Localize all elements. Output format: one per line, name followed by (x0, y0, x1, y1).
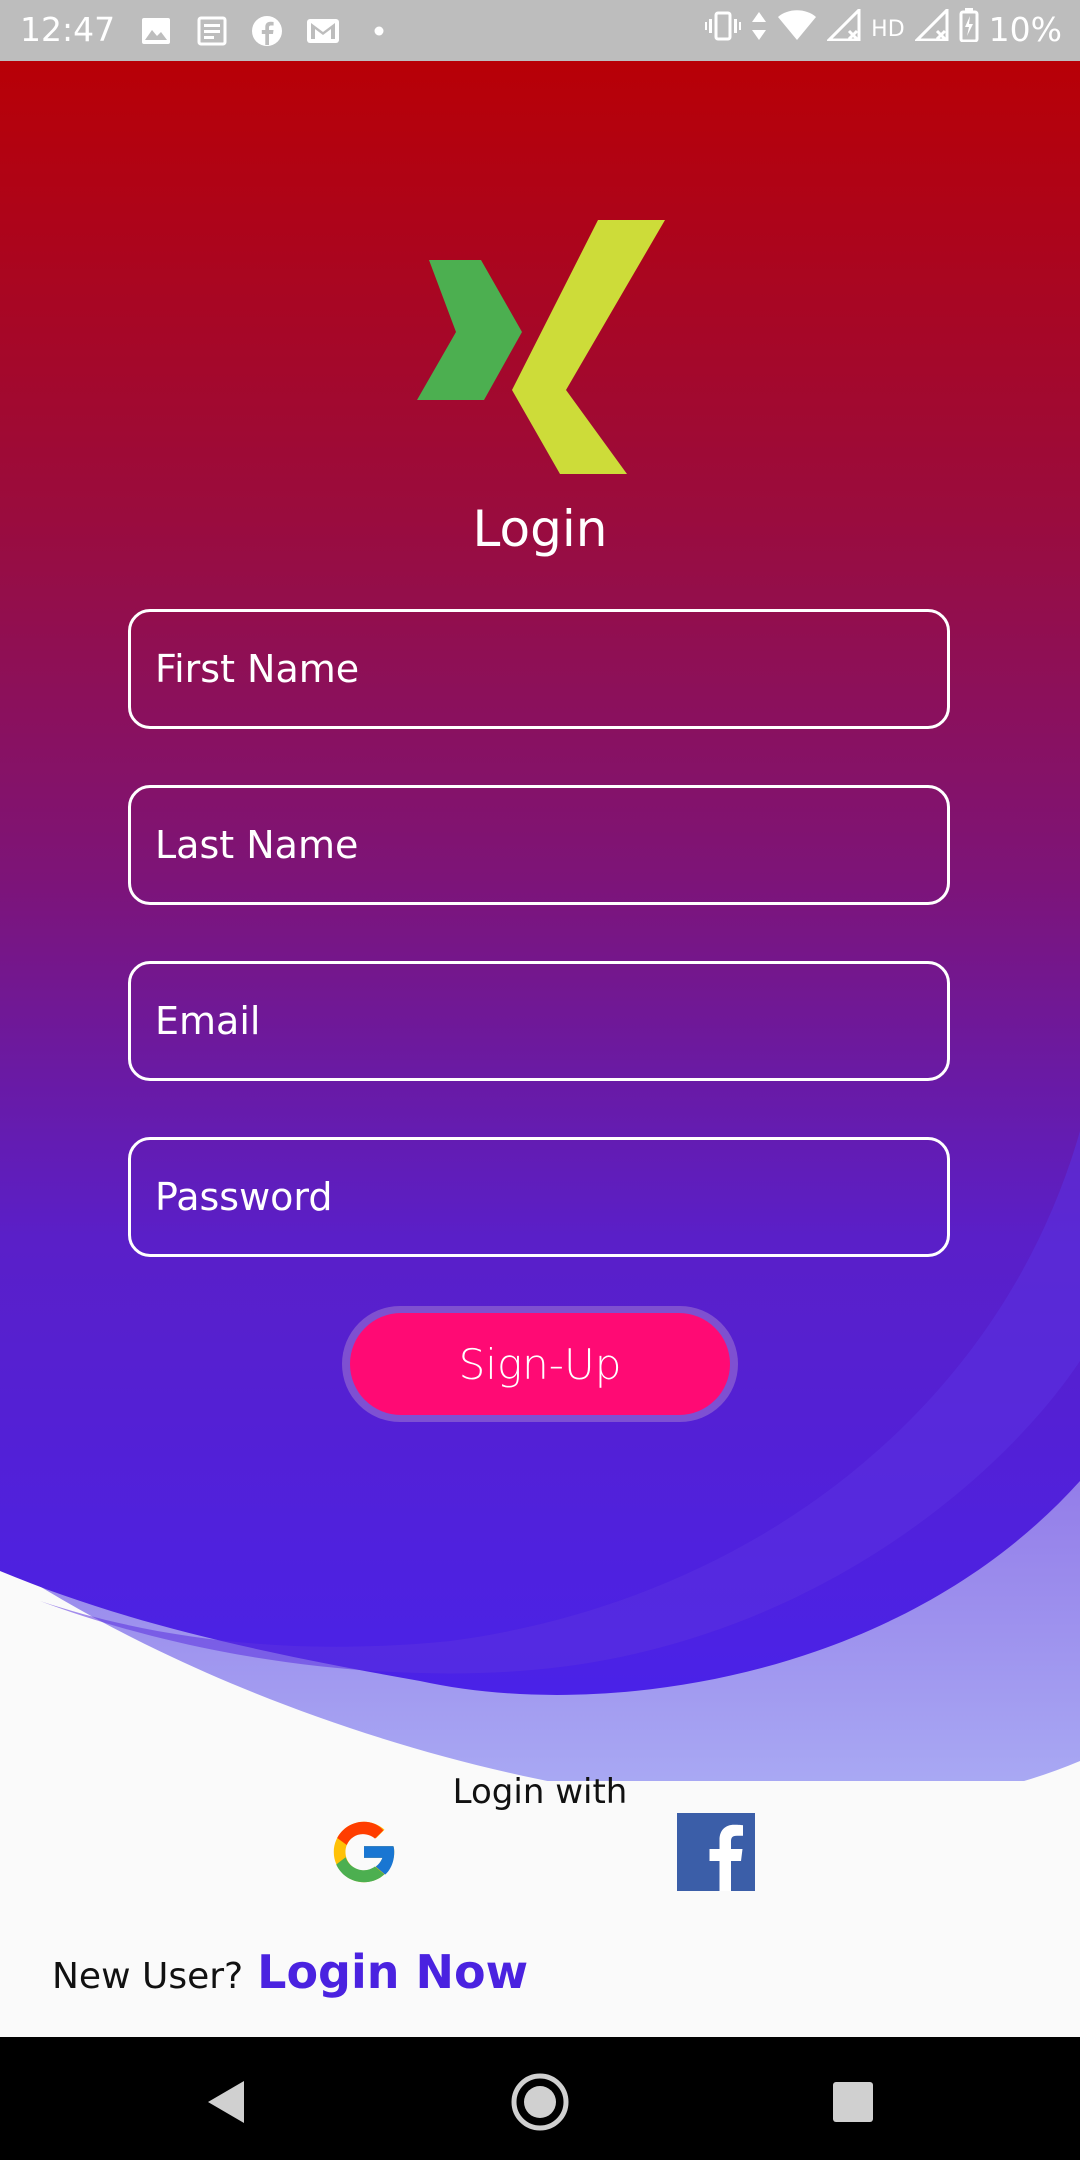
status-time: 12:47 (20, 10, 116, 49)
status-bar: 12:47 HD 10% (0, 0, 1080, 61)
navigation-bar (0, 2037, 1080, 2160)
email-placeholder: Email (155, 999, 261, 1043)
first-name-field[interactable]: First Name (128, 609, 950, 729)
news-icon (196, 14, 228, 48)
first-name-placeholder: First Name (155, 647, 360, 691)
new-user-question: New User? (52, 1956, 244, 1997)
vibrate-icon (705, 10, 742, 50)
data-arrows-icon (751, 10, 767, 50)
gmail-icon (306, 14, 340, 48)
back-icon[interactable] (192, 2067, 262, 2137)
new-user-row: New User? Login Now (52, 1945, 528, 1999)
login-now-link[interactable]: Login Now (257, 1945, 528, 1999)
signup-button[interactable]: Sign-Up (350, 1313, 730, 1415)
password-field[interactable]: Password (128, 1137, 950, 1257)
page-title: Login (472, 500, 608, 558)
app-logo (415, 218, 665, 478)
status-right: HD 10% (705, 6, 1062, 51)
network-type: HD (871, 17, 905, 42)
last-name-placeholder: Last Name (155, 823, 359, 867)
recents-icon[interactable] (818, 2067, 888, 2137)
wifi-icon (777, 9, 817, 50)
facebook-icon (250, 14, 284, 48)
password-placeholder: Password (155, 1175, 333, 1219)
email-field[interactable]: Email (128, 961, 950, 1081)
facebook-login-icon[interactable] (677, 1813, 755, 1891)
home-icon[interactable] (505, 2067, 575, 2137)
google-icon[interactable] (325, 1813, 403, 1891)
image-icon (140, 14, 172, 48)
signal-icon (825, 6, 861, 50)
last-name-field[interactable]: Last Name (128, 785, 950, 905)
battery-icon (959, 8, 979, 51)
battery-percent: 10% (988, 10, 1062, 49)
login-with-label: Login with (452, 1772, 628, 1812)
signal-icon-2 (913, 6, 949, 50)
dot-icon (372, 14, 386, 48)
